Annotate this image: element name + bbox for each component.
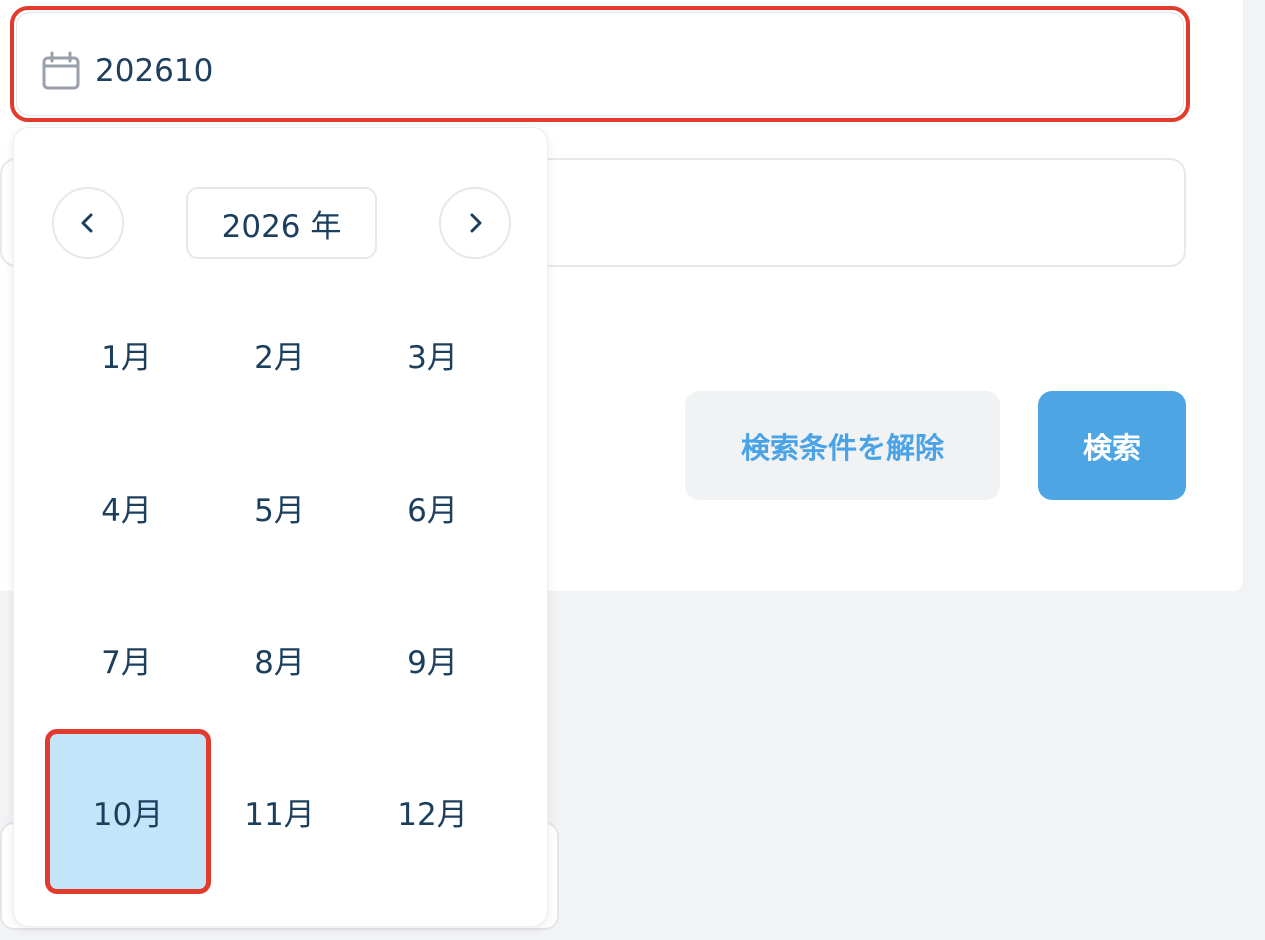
month-cell-5[interactable]: 5月 (203, 431, 356, 584)
month-picker-popup: 2026 年 1月 2月 3月 4月 5月 6月 7月 8月 9月 10月 11… (13, 127, 548, 927)
month-cell-2[interactable]: 2月 (203, 278, 356, 431)
chevron-left-icon (81, 213, 93, 233)
next-year-button[interactable] (439, 187, 511, 259)
month-cell-9[interactable]: 9月 (356, 583, 509, 736)
month-cell-6[interactable]: 6月 (356, 431, 509, 584)
clear-filters-button[interactable]: 検索条件を解除 (685, 391, 1000, 500)
month-input-value: 202610 (95, 53, 214, 89)
month-cell-11[interactable]: 11月 (203, 735, 356, 888)
year-select[interactable]: 2026 年 (186, 187, 377, 259)
search-button[interactable]: 検索 (1038, 391, 1186, 500)
month-cell-12[interactable]: 12月 (356, 735, 509, 888)
month-cell-1[interactable]: 1月 (50, 278, 203, 431)
chevron-right-icon (470, 213, 482, 233)
prev-year-button[interactable] (52, 187, 124, 259)
month-cell-8[interactable]: 8月 (203, 583, 356, 736)
month-input[interactable]: 202610 (10, 6, 1190, 122)
month-cell-10-selected[interactable]: 10月 (45, 729, 211, 894)
year-label: 2026 年 (221, 208, 342, 245)
calendar-icon (42, 51, 80, 90)
month-input-frame: 202610 (16, 12, 1184, 116)
month-cell-4[interactable]: 4月 (50, 431, 203, 584)
month-cell-7[interactable]: 7月 (50, 583, 203, 736)
month-cell-3[interactable]: 3月 (356, 278, 509, 431)
